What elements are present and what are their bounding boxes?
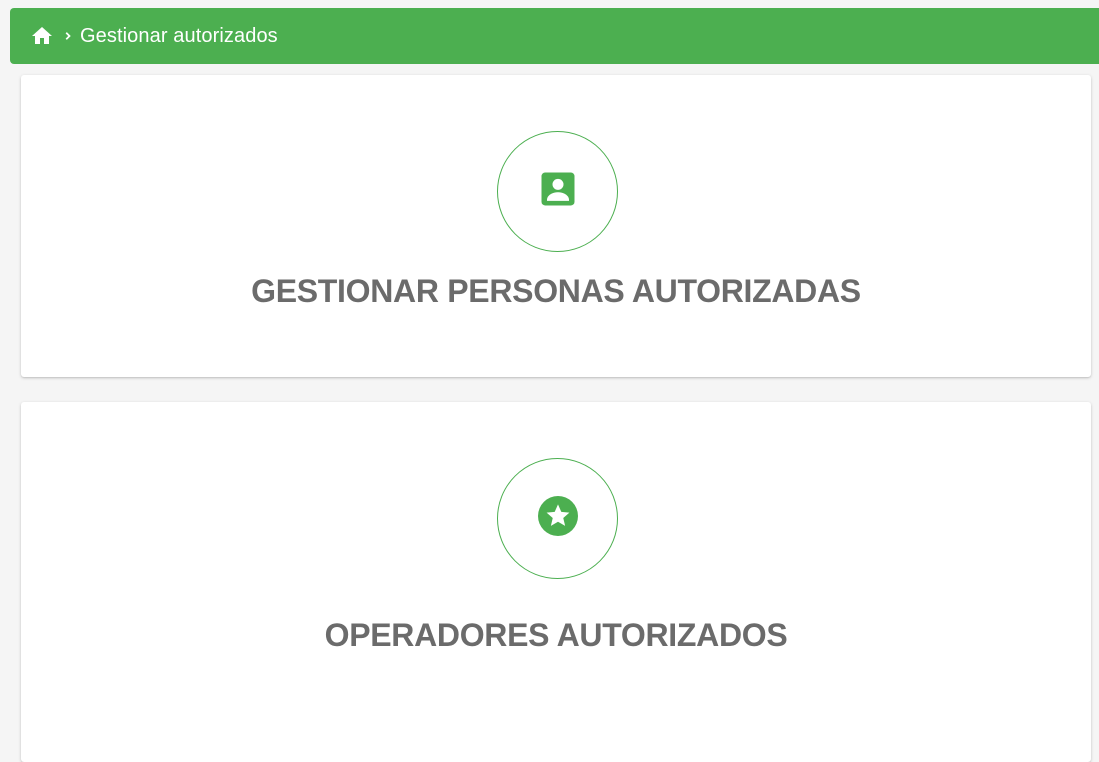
icon-circle [497, 131, 618, 252]
home-icon[interactable] [30, 24, 54, 48]
card-title: GESTIONAR PERSONAS AUTORIZADAS [251, 273, 861, 309]
chevron-right-icon [60, 24, 76, 48]
breadcrumb-current: Gestionar autorizados [80, 24, 278, 47]
account-box-icon [536, 167, 580, 216]
manage-authorized-persons-card[interactable]: GESTIONAR PERSONAS AUTORIZADAS [21, 75, 1091, 377]
icon-circle [497, 458, 618, 579]
card-title: OPERADORES AUTORIZADOS [324, 617, 788, 653]
authorized-operators-card[interactable]: OPERADORES AUTORIZADOS [21, 402, 1091, 762]
breadcrumb: Gestionar autorizados [10, 8, 1099, 64]
star-circle-icon [534, 492, 582, 545]
